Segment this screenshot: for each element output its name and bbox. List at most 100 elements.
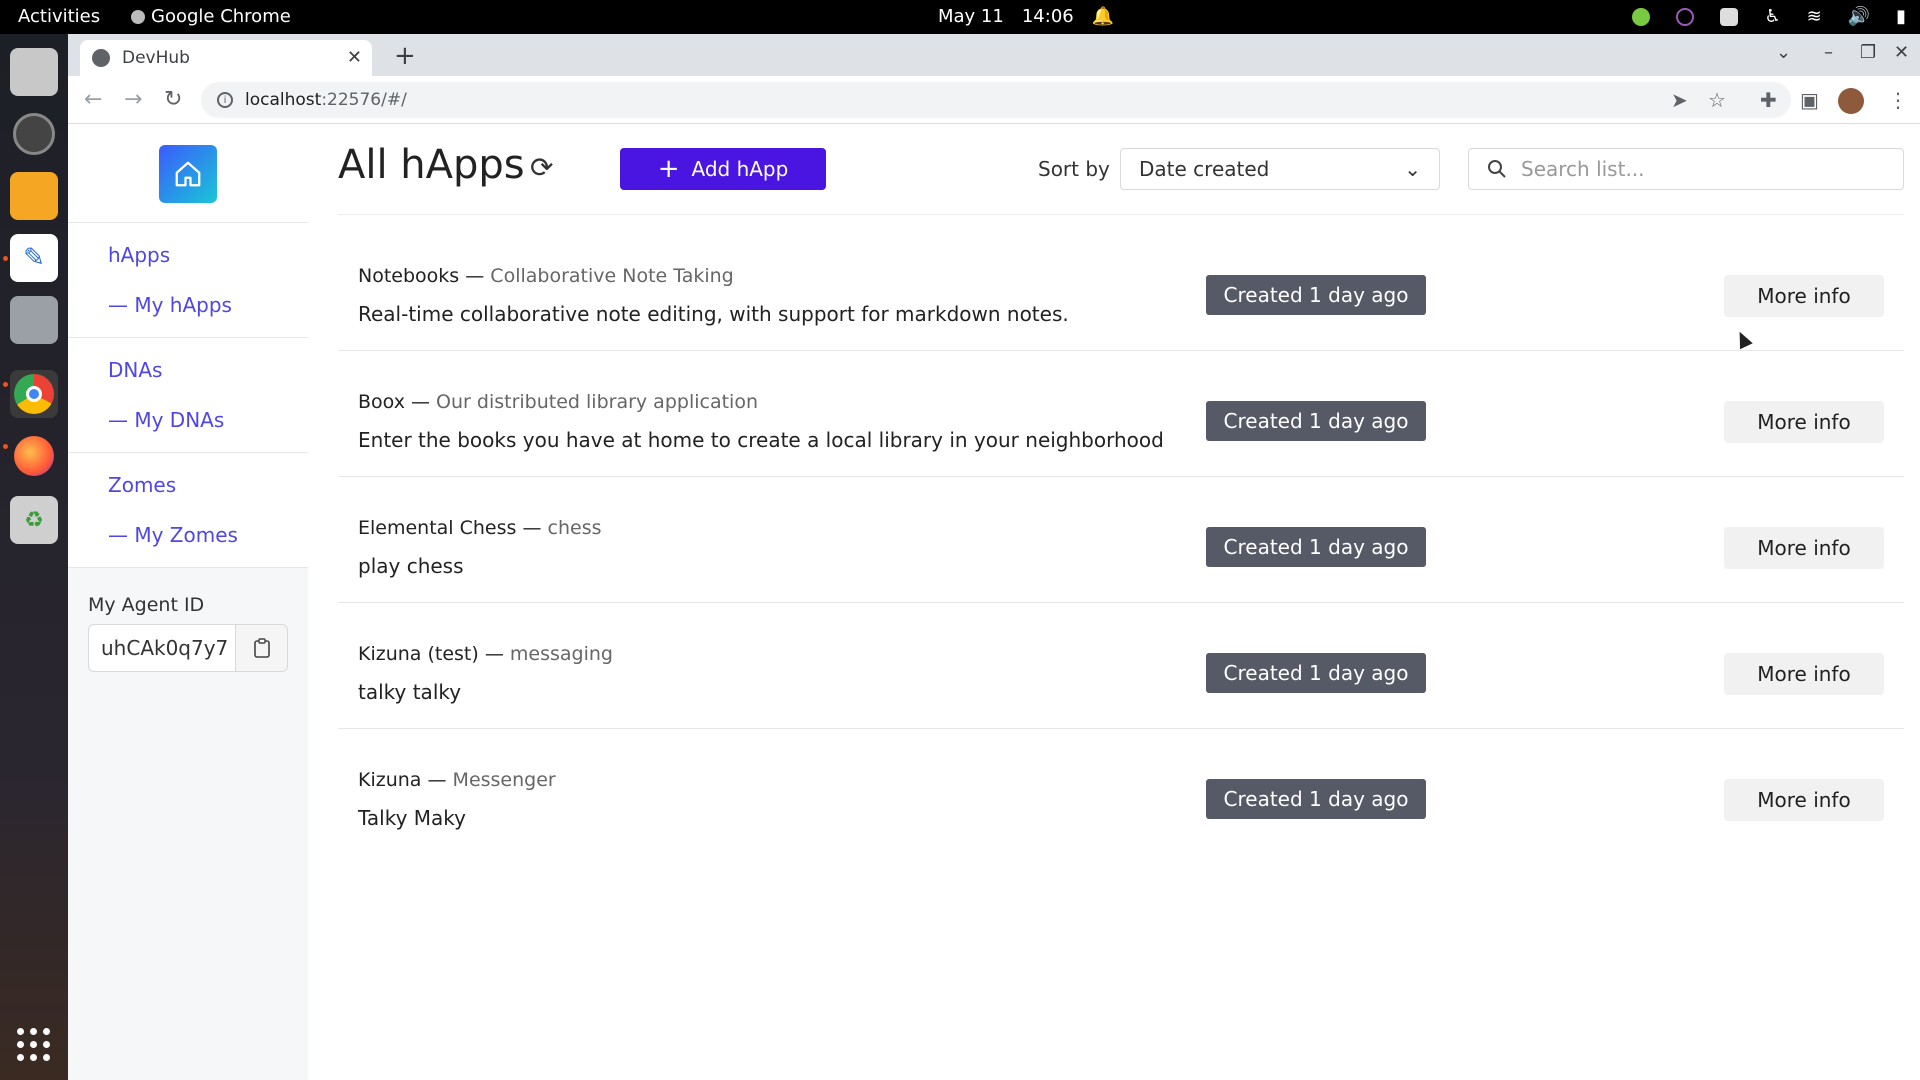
- url-host: localhost: [245, 90, 322, 110]
- chrome-icon[interactable]: [10, 370, 58, 418]
- trash-icon[interactable]: ♻: [10, 496, 58, 544]
- item-name: Kizuna: [358, 769, 422, 791]
- list-item: Kizuna — Messenger Talky Maky Created 1 …: [338, 729, 1904, 855]
- globe-icon: [92, 49, 110, 67]
- bookmark-star-icon[interactable]: ☆: [1708, 88, 1726, 112]
- search-placeholder: Search list...: [1521, 157, 1645, 181]
- list-item: Elemental Chess — chess play chess Creat…: [338, 477, 1904, 603]
- nav-zomes[interactable]: Zomes: [108, 473, 308, 497]
- add-happ-label: Add hApp: [691, 157, 789, 181]
- clipboard-icon[interactable]: [235, 625, 287, 671]
- item-subtitle: Messenger: [452, 769, 556, 791]
- profile-avatar[interactable]: [1838, 88, 1864, 114]
- settings-icon[interactable]: [10, 296, 58, 344]
- browser-toolbar: ← → ↻ i localhost:22576/#/ ➤ ☆ ✚ ▣ ⋮: [68, 76, 1920, 124]
- created-badge: Created 1 day ago: [1206, 275, 1426, 315]
- calculator-icon[interactable]: [10, 172, 58, 220]
- bell-icon: 🔔: [1091, 6, 1115, 27]
- send-icon[interactable]: ➤: [1671, 88, 1688, 112]
- activities-button[interactable]: Activities: [18, 6, 100, 27]
- firefox-icon[interactable]: [10, 432, 58, 480]
- more-info-button[interactable]: More info: [1724, 779, 1884, 821]
- item-subtitle: Collaborative Note Taking: [490, 265, 734, 287]
- agent-id-field: uhCAk0q7y7: [88, 624, 288, 672]
- created-badge: Created 1 day ago: [1206, 653, 1426, 693]
- tab-search-icon[interactable]: ⌄: [1776, 42, 1791, 63]
- tab-devhub[interactable]: DevHub ✕: [80, 40, 372, 76]
- nav-dnas[interactable]: DNAs: [108, 358, 308, 382]
- search-input[interactable]: Search list...: [1468, 148, 1904, 190]
- ring-icon[interactable]: [1676, 7, 1695, 26]
- more-info-button[interactable]: More info: [1724, 653, 1884, 695]
- nav-my-dnas[interactable]: — My DNAs: [108, 408, 308, 432]
- reload-button[interactable]: ↻: [164, 87, 182, 112]
- more-info-button[interactable]: More info: [1724, 275, 1884, 317]
- clock-date: May 11: [938, 6, 1004, 27]
- tab-title: DevHub: [122, 48, 190, 68]
- browser-tab-strip: DevHub ✕ + ⌄ – ❐ ✕: [68, 34, 1920, 76]
- page-header: All hApps ⟳ + Add hApp Sort by Date crea…: [338, 125, 1904, 215]
- agent-id-value[interactable]: uhCAk0q7y7: [89, 625, 235, 671]
- nav-happs[interactable]: hApps: [108, 243, 308, 267]
- more-info-button[interactable]: More info: [1724, 527, 1884, 569]
- restore-button[interactable]: ❐: [1860, 42, 1876, 63]
- search-icon: [1488, 160, 1506, 178]
- extensions-icon[interactable]: ✚: [1760, 88, 1777, 112]
- nav-group-happs: hApps — My hApps: [68, 223, 308, 338]
- coffee-icon[interactable]: [1720, 7, 1739, 26]
- item-description: Real-time collaborative note editing, wi…: [358, 302, 1069, 326]
- item-title: Kizuna (test) — messaging: [358, 643, 613, 665]
- happ-list: Notebooks — Collaborative Note Taking Re…: [338, 225, 1904, 855]
- item-name: Boox: [358, 391, 405, 413]
- new-tab-button[interactable]: +: [394, 41, 416, 71]
- dock: ✎ ♻: [0, 34, 68, 1080]
- item-title: Kizuna — Messenger: [358, 769, 556, 791]
- chrome-running-dot: [3, 382, 8, 387]
- plus-icon: +: [657, 154, 680, 184]
- page-title: All hApps: [338, 142, 525, 188]
- chevron-down-icon: ⌄: [1404, 157, 1421, 181]
- accessibility-icon[interactable]: ♿: [1764, 6, 1780, 27]
- os-top-bar: Activities Google Chrome May 11 14:06 🔔 …: [0, 0, 1920, 34]
- close-window-button[interactable]: ✕: [1894, 42, 1909, 63]
- wifi-icon[interactable]: ≋: [1807, 6, 1822, 27]
- volume-icon[interactable]: 🔊: [1848, 6, 1870, 27]
- clock[interactable]: May 11 14:06 🔔: [938, 6, 1114, 27]
- item-title: Notebooks — Collaborative Note Taking: [358, 265, 734, 287]
- back-button[interactable]: ←: [84, 87, 102, 112]
- address-bar[interactable]: i localhost:22576/#/: [201, 82, 1791, 118]
- sort-label: Sort by: [1038, 157, 1110, 181]
- close-tab-icon[interactable]: ✕: [347, 47, 362, 68]
- sort-select[interactable]: Date created ⌄: [1120, 148, 1440, 190]
- app-name: Google Chrome: [151, 6, 291, 27]
- clock-app-icon[interactable]: [10, 110, 58, 158]
- system-tray[interactable]: ♿ ≋ 🔊 ▮: [1632, 6, 1906, 27]
- nav-my-zomes[interactable]: — My Zomes: [108, 523, 308, 547]
- refresh-icon[interactable]: ⟳: [530, 151, 553, 184]
- site-info-icon[interactable]: i: [217, 92, 233, 108]
- menu-icon[interactable]: ⋮: [1888, 88, 1908, 112]
- nav-my-happs[interactable]: — My hApps: [108, 293, 308, 317]
- url-path: :22576/#/: [321, 90, 407, 110]
- item-name: Elemental Chess: [358, 517, 517, 539]
- item-description: talky talky: [358, 680, 462, 704]
- forward-button[interactable]: →: [124, 87, 142, 112]
- minimize-button[interactable]: –: [1824, 42, 1833, 63]
- clock-time: 14:06: [1021, 6, 1074, 27]
- add-happ-button[interactable]: + Add hApp: [620, 148, 826, 190]
- vpn-icon[interactable]: [1632, 7, 1651, 26]
- battery-icon[interactable]: ▮: [1896, 6, 1906, 27]
- text-editor-icon[interactable]: ✎: [10, 234, 58, 282]
- side-panel-icon[interactable]: ▣: [1800, 88, 1819, 112]
- item-title: Elemental Chess — chess: [358, 517, 602, 539]
- home-icon: [175, 161, 201, 187]
- item-subtitle: chess: [547, 517, 602, 539]
- app-grid-icon[interactable]: [17, 1028, 51, 1062]
- app-menu[interactable]: Google Chrome: [131, 6, 291, 27]
- more-info-button[interactable]: More info: [1724, 401, 1884, 443]
- files-icon[interactable]: [10, 48, 58, 96]
- main-content: All hApps ⟳ + Add hApp Sort by Date crea…: [338, 125, 1904, 855]
- firefox-running-dot: [3, 444, 8, 449]
- item-description: Enter the books you have at home to crea…: [358, 428, 1164, 452]
- home-logo[interactable]: [159, 145, 217, 203]
